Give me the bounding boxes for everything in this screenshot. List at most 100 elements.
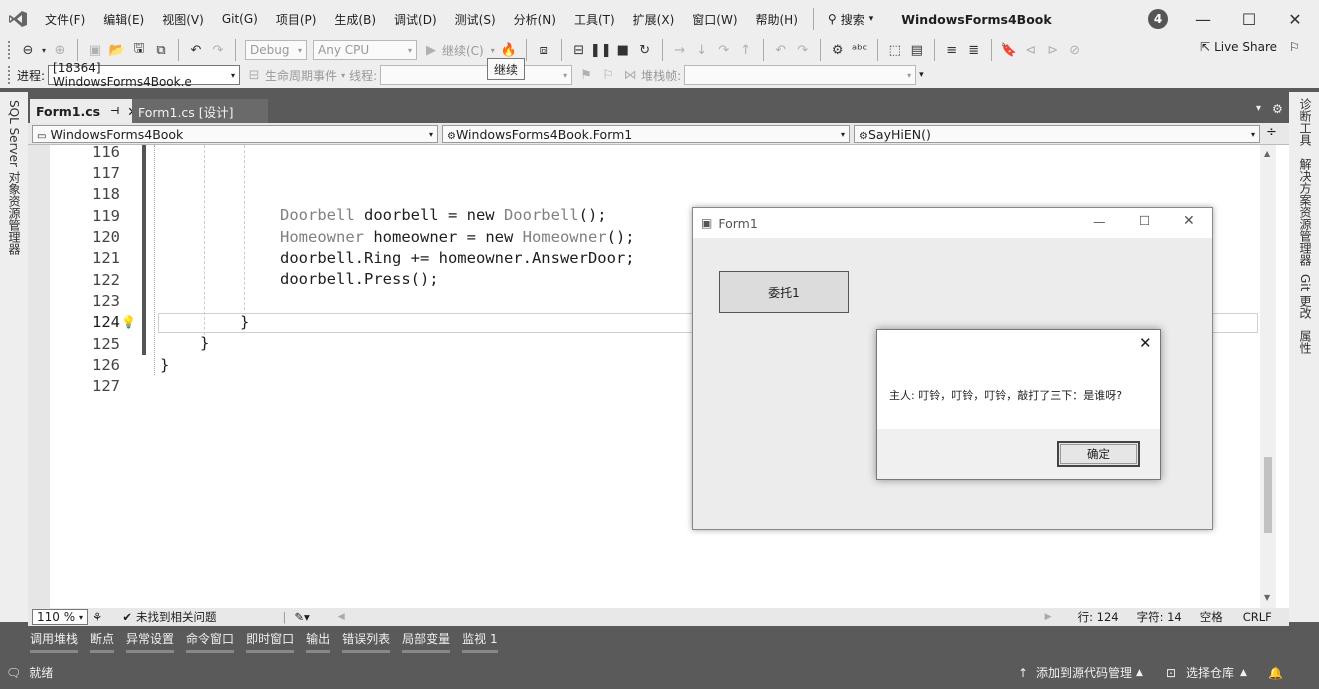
menu-help[interactable]: 帮助(H) [747,11,807,28]
save-all-icon[interactable]: ⧉ [150,39,172,61]
maximize-button[interactable]: ☐ [1226,0,1272,38]
scroll-left-icon[interactable]: ◀ [338,612,345,622]
menu-git[interactable]: Git(G) [213,12,267,26]
bookmark-icon[interactable]: 🔖 [998,39,1020,61]
platform-select[interactable]: Any CPU ▾ [313,40,417,60]
continue-button[interactable]: 继续(C) [442,42,484,59]
open-file-icon[interactable]: 📂 [106,39,128,61]
flag-threads-icon[interactable]: ⚐ [597,64,619,86]
chevron-up-icon[interactable]: ▲ [1240,668,1247,678]
close-button[interactable]: ✕ [1139,334,1152,352]
tab-breakpoints[interactable]: 断点 [90,630,115,653]
diagnostic-tools-tab[interactable]: 诊断工具 [1297,98,1314,146]
diagnostics-icon[interactable]: ⚙ [827,39,849,61]
member-dropdown[interactable]: ⚙SayHiEN() ▾ [854,125,1260,143]
back-icon[interactable]: ⊖ [17,39,39,61]
step-out-icon[interactable]: ↑ [735,39,757,61]
project-dropdown[interactable]: ▭ WindowsForms4Book ▾ [32,125,438,143]
restart-icon[interactable]: ↻ [634,39,656,61]
search-box[interactable]: ⚲ 搜索 ▾ [820,11,881,28]
tab-dropdown-icon[interactable]: ▾ [1256,103,1261,114]
pause-icon[interactable]: ❚❚ [590,39,612,61]
menu-debug[interactable]: 调试(D) [385,11,446,28]
show-next-statement-icon[interactable]: → [669,39,691,61]
tab-watch-1[interactable]: 监视 1 [462,630,498,653]
tab-form1-cs[interactable]: Form1.cs ⊣ ✕ [30,99,138,123]
tab-immediate-window[interactable]: 即时窗口 [246,630,295,653]
live-share-button[interactable]: ⇱ Live Share ⚐ [1200,40,1300,54]
whitespace-indicator[interactable]: 空格 [1200,609,1223,625]
menu-view[interactable]: 视图(V) [153,11,213,28]
menu-analyze[interactable]: 分析(N) [505,11,565,28]
line-ending-indicator[interactable]: CRLF [1243,610,1272,624]
pin-icon[interactable]: ⊣ [110,106,119,117]
next-bookmark-icon[interactable]: ⊳ [1042,39,1064,61]
menu-tools[interactable]: 工具(T) [565,11,624,28]
new-project-icon[interactable]: ▣ [84,39,106,61]
step-into-icon[interactable]: ↓ [691,39,713,61]
menu-test[interactable]: 测试(S) [446,11,505,28]
glyph-margin[interactable] [28,145,50,608]
lifecycle-events-button[interactable]: 生命周期事件 [265,67,337,84]
minimize-button[interactable]: — [1093,214,1106,229]
properties-tab[interactable]: 属性 [1297,330,1314,354]
class-dropdown[interactable]: ⚙WindowsForms4Book.Form1 ▾ [442,125,850,143]
browser-link-icon[interactable]: ⧈ [533,39,555,61]
sql-server-explorer-tab[interactable]: SQL Server 对象资源管理器 [6,100,23,255]
forward-icon[interactable]: ⊕ [49,39,71,61]
play-icon[interactable]: ▶ [420,39,442,61]
code-cleanup-icon[interactable]: ⚘ [92,610,102,624]
notifications-icon[interactable]: 🔔 [1268,666,1283,680]
brush-icon[interactable]: ✎▾ [294,610,309,624]
tab-error-list[interactable]: 错误列表 [342,630,391,653]
minimize-button[interactable]: — [1180,0,1226,38]
scrollbar-thumb[interactable] [1264,457,1272,533]
application-insights-icon[interactable]: ⊟ [568,39,590,61]
menu-extensions[interactable]: 扩展(X) [624,11,684,28]
flag-icon[interactable]: ⚑ [575,64,597,86]
comment-icon[interactable]: 🗨 [6,666,21,680]
chevron-down-icon[interactable]: ▾ [39,39,49,61]
uncomment-icon[interactable]: ≣ [963,39,985,61]
toolbar-grip[interactable] [8,66,11,84]
lightbulb-icon[interactable]: 💡 [121,315,136,329]
menu-build[interactable]: 生成(B) [325,11,385,28]
scroll-up-icon[interactable]: ▲ [1264,149,1270,158]
clear-bookmarks-icon[interactable]: ⊘ [1064,39,1086,61]
menu-edit[interactable]: 编辑(E) [94,11,153,28]
spell-check-icon[interactable]: ᵃᵇᶜ [849,39,871,61]
notification-badge[interactable]: 4 [1148,9,1168,29]
column-indicator[interactable]: 字符: 14 [1137,609,1182,625]
filter-icon[interactable]: ⋈ [619,64,641,86]
toolbar-grip[interactable] [8,41,11,59]
form1-titlebar[interactable]: ▣ Form1 — ☐ ✕ [693,208,1212,238]
settings-icon[interactable]: ⚙ [1272,102,1283,116]
zoom-select[interactable]: 110 % ▾ [32,609,88,625]
delegate-button[interactable]: 委托1 [719,271,849,313]
stackframe-select[interactable]: ▾ [684,65,917,85]
select-repository-button[interactable]: 选择仓库 [1186,664,1234,681]
redo-icon[interactable]: ↷ [207,39,229,61]
close-button[interactable]: ✕ [1272,0,1318,38]
select-element-icon[interactable]: ⬚ [884,39,906,61]
tab-call-stack[interactable]: 调用堆栈 [30,630,79,653]
configuration-select[interactable]: Debug ▾ [245,40,307,60]
message-box[interactable]: ✕ 主人: 叮铃，叮铃，叮铃，敲打了三下：是谁呀? 确定 [876,329,1161,480]
chevron-up-icon[interactable]: ▲ [1136,668,1143,678]
ok-button[interactable]: 确定 [1057,441,1140,467]
tab-output[interactable]: 输出 [306,630,331,653]
menu-project[interactable]: 项目(P) [267,11,326,28]
toolbar-overflow-icon[interactable]: ▾ [919,70,924,80]
issues-status[interactable]: 未找到相关问题 [136,609,217,625]
navigate-back-icon[interactable]: ↶ [770,39,792,61]
thread-select[interactable]: ▾ [380,65,573,85]
prev-bookmark-icon[interactable]: ⊲ [1020,39,1042,61]
line-indicator[interactable]: 行: 124 [1078,609,1119,625]
maximize-button[interactable]: ☐ [1139,213,1150,228]
menu-file[interactable]: 文件(F) [36,11,94,28]
stop-icon[interactable]: ■ [612,39,634,61]
comment-icon[interactable]: ≡ [941,39,963,61]
add-to-source-control-button[interactable]: 添加到源代码管理 [1036,664,1132,681]
undo-icon[interactable]: ↶ [185,39,207,61]
split-window-icon[interactable]: ÷ [1266,125,1277,140]
